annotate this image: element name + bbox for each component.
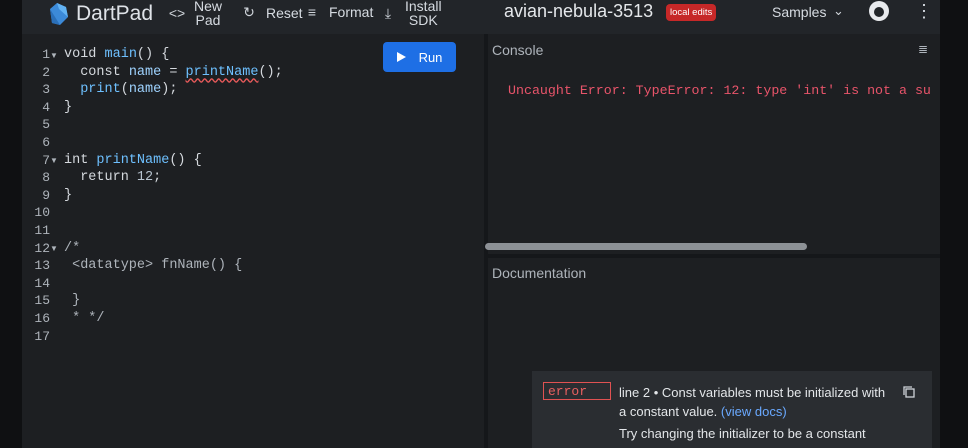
pad-title[interactable]: avian-nebula-3513 [504,1,653,22]
line-gutter: 1 2 3 4 5 6 7 8 9 10 11 12 13 14 15 16 1… [22,46,50,345]
documentation-title: Documentation [492,265,587,281]
code-line-1: void main() { [64,46,283,64]
code-text: ; [153,170,162,186]
function-name: print [64,82,121,98]
line-number: 7 [42,152,50,168]
app-header: DartPad <> New Pad ↻ Reset ≡ Format ⤓ In… [22,0,940,34]
view-docs-link[interactable]: (view docs) [721,404,787,419]
code-line-13: <datatype> fnName() { [64,258,243,274]
new-pad-button[interactable]: <> New Pad [168,0,222,27]
code-editor[interactable]: 1 2 3 4 5 6 7 8 9 10 11 12 13 14 15 16 1… [22,34,484,448]
function-name: main [104,47,137,62]
clear-console-icon[interactable]: ≣ [918,42,928,56]
github-icon[interactable] [869,1,889,21]
code-line-15: } [64,293,81,309]
keyword: const [64,64,129,80]
line-number: 12 [34,240,50,256]
line-number: 17 [34,328,50,344]
run-button[interactable]: Run [383,42,456,72]
function-name: printName [96,152,170,168]
console-horizontal-scrollbar[interactable] [485,243,807,250]
new-pad-label-2: Pad [195,12,221,28]
code-line-9: } [64,187,73,203]
code-text: ( [120,82,129,98]
dartpad-window: DartPad <> New Pad ↻ Reset ≡ Format ⤓ In… [22,0,940,448]
code-brackets-icon: <> [168,5,186,21]
analysis-issue-card: error line 2 • Const variables must be i… [532,371,932,448]
line-number: 10 [34,205,50,221]
line-number: 8 [42,170,50,186]
fold-arrow-icon[interactable]: ▼ [50,244,58,253]
code-text: () { [169,152,202,168]
fold-arrow-icon[interactable]: ▼ [50,51,58,60]
error-squiggle-call: printName [185,64,259,80]
identifier: name [128,82,162,98]
line-number: 9 [42,187,50,203]
line-number: 2 [42,64,50,80]
code-text: ); [161,82,178,98]
console-error-output: Uncaught Error: TypeError: 12: type 'int… [508,83,931,98]
align-left-icon: ≡ [307,4,317,20]
download-icon: ⤓ [384,4,392,21]
console-title: Console [492,42,544,58]
code-line-8: return 12; [64,169,283,187]
line-number: 5 [42,117,50,133]
identifier: name [128,64,162,80]
refresh-icon: ↻ [243,4,255,20]
fold-arrow-icon[interactable]: ▼ [50,156,58,165]
issue-message: line 2 • Const variables must be initial… [619,383,889,421]
brand-name: DartPad [76,2,154,25]
format-button[interactable]: ≡ Format [303,4,373,20]
line-number: 13 [34,258,50,274]
reset-button[interactable]: ↻ Reset [240,4,303,21]
line-number: 14 [34,275,50,291]
issue-fix-hint: Try changing the initializer to be a con… [619,426,866,441]
copy-icon[interactable] [903,386,915,398]
line-number: 3 [42,82,50,98]
keyword: return [64,170,137,186]
code-line-4: } [64,99,73,115]
dart-logo-icon [50,3,68,25]
code-line-3: print(name); [64,81,283,99]
console-panel: Console ≣ Uncaught Error: TypeError: 12:… [488,34,940,254]
format-label: Format [329,4,374,20]
reset-label: Reset [266,4,303,21]
chevron-down-icon[interactable]: ⌄ [833,3,844,19]
line-number: 4 [42,99,50,115]
code-line-12: /* [64,240,81,256]
code-line-2: const name = printName(); [64,64,283,82]
code-text: (); [258,64,283,80]
samples-dropdown[interactable]: Samples [772,4,826,20]
line-number: 16 [34,310,50,326]
install-label-2: SDK [408,12,438,28]
code-line-7: int printName() { [64,152,283,170]
play-icon [396,52,406,62]
run-label: Run [418,49,443,65]
issue-severity-badge: error [543,382,611,400]
keyword: int [64,152,97,168]
code-text: = [161,64,186,80]
code-text[interactable]: void main() { const name = printName(); … [64,46,283,345]
keyword: void [64,47,105,62]
line-number: 15 [34,293,50,309]
code-text: () { [136,47,170,62]
code-line-16: * */ [64,310,105,326]
more-vert-icon[interactable]: ⋮ [915,1,933,22]
line-number: 6 [42,134,50,150]
number-literal: 12 [136,170,154,186]
line-number: 11 [34,222,50,238]
local-edits-badge: local edits [666,4,717,21]
line-number: 1 [42,47,50,62]
install-sdk-button[interactable]: ⤓ Install SDK [379,0,442,27]
